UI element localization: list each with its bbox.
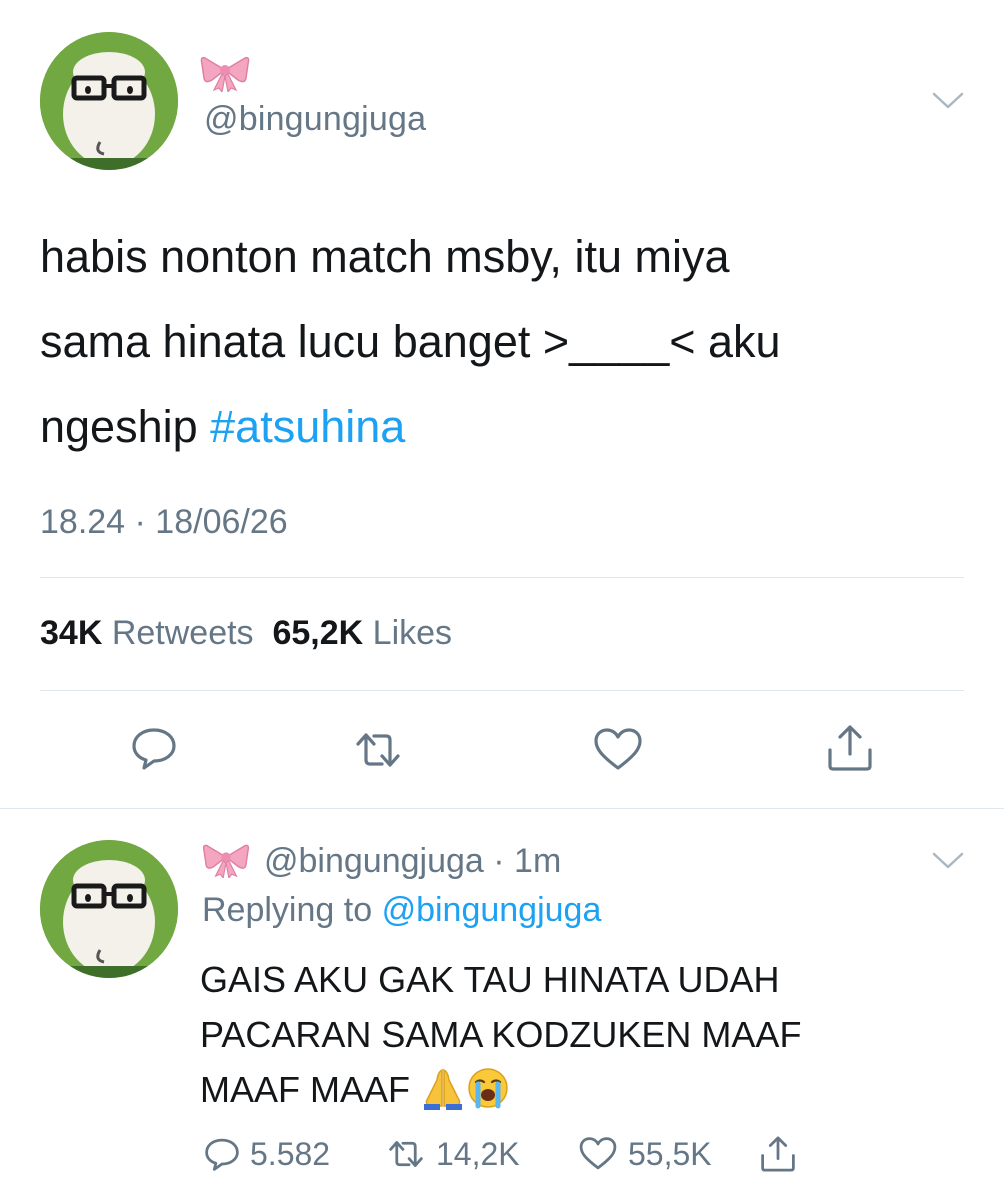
replying-to-line: Replying to @bingungjuga <box>202 891 601 930</box>
replying-to-label: Replying to <box>202 891 373 929</box>
retweets-count: 34K <box>40 614 103 652</box>
chevron-down-icon[interactable] <box>932 850 964 870</box>
reply-retweet-action[interactable]: 14,2K <box>384 1132 520 1176</box>
tweet-body: habis nonton match msby, itu miya sama h… <box>40 231 781 452</box>
like-count: 55,5K <box>628 1135 712 1172</box>
share-icon[interactable] <box>824 722 876 774</box>
retweets-stat[interactable]: 34K Retweets <box>40 614 254 652</box>
reply-avatar[interactable] <box>40 840 178 978</box>
share-icon <box>761 1136 795 1172</box>
reply-count: 5.582 <box>250 1135 331 1172</box>
divider <box>40 577 964 578</box>
avatar-character-image <box>40 32 178 170</box>
reply-time[interactable]: · 1m <box>493 842 561 880</box>
loudly-crying-face-icon <box>468 1068 508 1109</box>
likes-count: 65,2K <box>272 614 364 652</box>
name-bow-emoji <box>200 52 250 94</box>
tweet-timestamp[interactable]: 18.24 · 18/06/26 <box>40 503 288 542</box>
reply-name-bow-emoji <box>202 840 250 880</box>
avatar-character-image <box>40 840 178 978</box>
like-icon[interactable] <box>592 724 644 776</box>
author-handle[interactable]: @bingungjuga <box>204 100 426 139</box>
chevron-down-icon[interactable] <box>932 90 964 110</box>
divider <box>0 808 1004 809</box>
likes-stat[interactable]: 65,2K Likes <box>272 614 452 652</box>
folded-hands-icon <box>424 1068 463 1110</box>
reply-header: @bingungjuga · 1m <box>264 842 561 881</box>
divider <box>40 690 964 691</box>
reply-icon[interactable] <box>128 722 180 774</box>
reply-reply-action[interactable]: 5.582 <box>202 1132 330 1176</box>
retweet-icon <box>389 1141 423 1167</box>
reply-like-action[interactable]: 55,5K <box>576 1132 712 1176</box>
retweet-icon[interactable] <box>352 724 404 776</box>
tweet-text: habis nonton match msby, itu miya sama h… <box>40 214 960 469</box>
retweets-label: Retweets <box>111 614 254 652</box>
engagement-stats: 34K Retweets 65,2K Likes <box>40 614 452 653</box>
hashtag-link[interactable]: #atsuhina <box>210 401 405 452</box>
likes-label: Likes <box>372 614 453 652</box>
reply-share-action[interactable] <box>758 1132 806 1176</box>
reply-text: GAIS AKU GAK TAU HINATA UDAH PACARAN SAM… <box>200 952 920 1117</box>
retweet-count: 14,2K <box>436 1135 520 1172</box>
replying-to-mention[interactable]: @bingungjuga <box>382 891 602 929</box>
reply-author-handle[interactable]: @bingungjuga <box>264 842 484 880</box>
avatar[interactable] <box>40 32 178 170</box>
reply-icon <box>205 1138 239 1171</box>
like-icon <box>579 1137 617 1170</box>
